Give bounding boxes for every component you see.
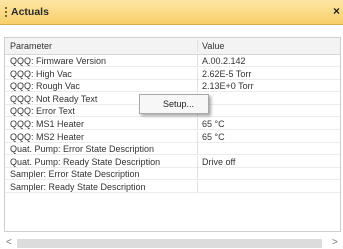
column-header-parameter[interactable]: Parameter bbox=[5, 40, 198, 52]
table-row[interactable]: QQQ: MS2 Heater 65 °C bbox=[5, 130, 340, 143]
column-header-value[interactable]: Value bbox=[198, 40, 340, 52]
horizontal-scrollbar[interactable]: < > bbox=[4, 237, 341, 249]
value-cell: 2.62E-5 Torr bbox=[202, 68, 252, 79]
parameter-cell: Sampler: Error State Description bbox=[5, 168, 198, 181]
table-row[interactable]: Sampler: Ready State Description bbox=[5, 181, 340, 193]
parameter-cell: QQQ: MS1 Heater bbox=[5, 118, 198, 130]
close-icon[interactable]: × bbox=[333, 4, 340, 18]
value-cell bbox=[198, 143, 340, 155]
parameter-cell: QQQ: Rough Vac bbox=[5, 80, 198, 93]
table-row[interactable]: Quat. Pump: Ready State Description Drive… bbox=[5, 155, 340, 168]
value-cell: A.00.2.142 bbox=[202, 56, 246, 66]
table-row[interactable]: QQQ: MS1 Heater 65 °C bbox=[5, 118, 340, 130]
context-menu: Setup... bbox=[139, 94, 209, 114]
drag-grip-icon[interactable] bbox=[5, 7, 7, 18]
parameter-cell: QQQ: High Vac bbox=[5, 67, 198, 80]
scroll-left-icon[interactable]: < bbox=[6, 237, 12, 248]
table-header: Parameter Value bbox=[5, 38, 340, 55]
table-row[interactable]: QQQ: Rough Vac 2.13E+0 Torr bbox=[5, 80, 340, 93]
parameter-cell: Quat. Pump: Ready State Description bbox=[5, 155, 198, 168]
menu-item-setup[interactable]: Setup... bbox=[163, 99, 194, 109]
value-cell bbox=[198, 168, 340, 180]
value-cell: 65 °C bbox=[202, 119, 225, 129]
parameter-cell: QQQ: Firmware Version bbox=[5, 55, 198, 67]
value-cell bbox=[198, 105, 340, 117]
table-row[interactable]: QQQ: High Vac 2.62E-5 Torr bbox=[5, 67, 340, 80]
table-row[interactable]: Sampler: Error State Description bbox=[5, 168, 340, 181]
table-row[interactable]: Quat. Pump: Error State Description bbox=[5, 143, 340, 156]
window-titlebar: Actuals × bbox=[0, 0, 343, 25]
value-cell bbox=[198, 181, 340, 193]
scroll-right-icon[interactable]: > bbox=[332, 237, 338, 248]
value-cell: 65 °C bbox=[202, 131, 225, 142]
value-cell: Drive off bbox=[202, 156, 236, 167]
scrollbar-thumb[interactable] bbox=[17, 239, 322, 248]
parameter-cell: Quat. Pump: Error State Description bbox=[5, 143, 198, 156]
parameter-cell: Sampler: Ready State Description bbox=[5, 181, 198, 193]
window-title: Actuals bbox=[11, 6, 49, 18]
actuals-table: Parameter Value QQQ: Firmware Version A.0… bbox=[4, 37, 341, 232]
parameter-cell: QQQ: MS2 Heater bbox=[5, 130, 198, 143]
table-row[interactable]: QQQ: Firmware Version A.00.2.142 bbox=[5, 55, 340, 67]
value-cell bbox=[198, 93, 340, 105]
value-cell: 2.13E+0 Torr bbox=[202, 81, 254, 92]
